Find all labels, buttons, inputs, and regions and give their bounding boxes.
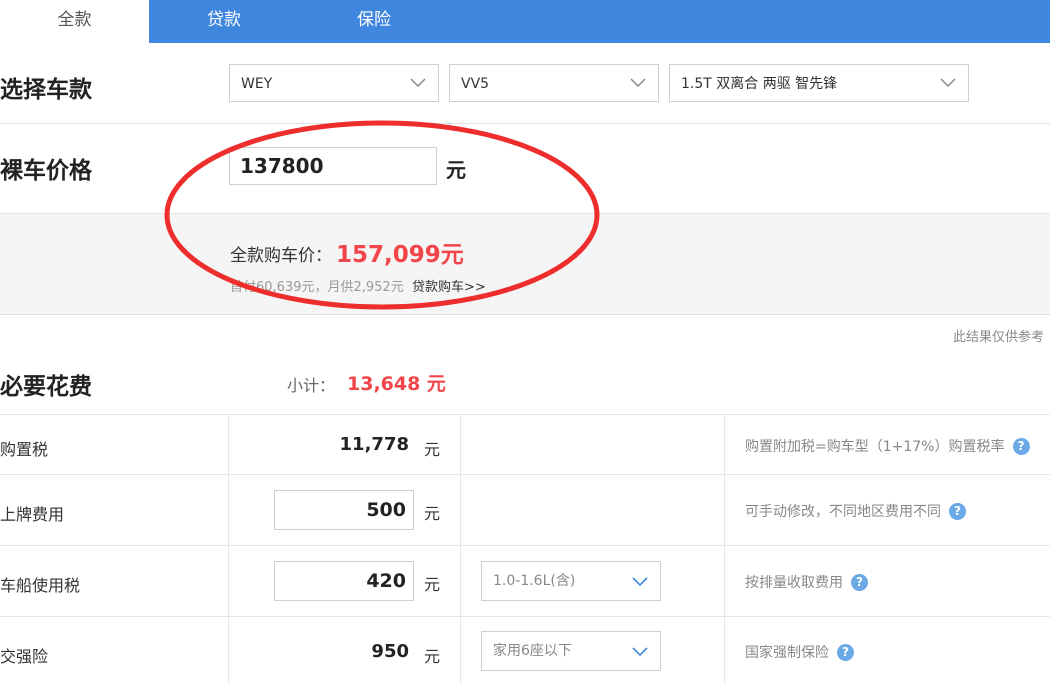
model-select[interactable]: 1.5T 双离合 两驱 智先锋	[669, 64, 969, 102]
chevron-down-icon	[940, 78, 956, 88]
series-select-value: VV5	[461, 76, 490, 92]
plate-fee-hint-text: 可手动修改，不同地区费用不同	[745, 504, 941, 520]
subtotal-label: 小计：	[287, 376, 336, 395]
seat-type-select-value: 家用6座以下	[493, 643, 572, 659]
compulsory-insurance-hint-text: 国家强制保险	[745, 645, 829, 661]
tab-full-payment[interactable]: 全款	[0, 0, 149, 43]
purchase-tax-label: 购置税	[0, 440, 49, 459]
compulsory-insurance-hint: 国家强制保险?	[745, 642, 854, 662]
table-divider	[0, 474, 1050, 475]
compulsory-insurance-value: 950	[371, 641, 409, 662]
purchase-tax-value: 11,778	[339, 434, 409, 455]
purchase-tax-hint: 购置附加税=购车型（1+17%）购置税率?	[745, 436, 1030, 456]
seat-type-select[interactable]: 家用6座以下	[481, 631, 661, 671]
table-column-divider	[228, 414, 229, 684]
table-column-divider	[460, 414, 461, 684]
question-circle-icon[interactable]: ?	[1012, 438, 1030, 455]
question-circle-icon[interactable]: ?	[837, 644, 854, 661]
chevron-down-icon	[630, 78, 646, 88]
plate-fee-input[interactable]: 500	[274, 490, 414, 530]
vehicle-tax-input[interactable]: 420	[274, 561, 414, 601]
series-select[interactable]: VV5	[449, 64, 659, 102]
select-car-title: 选择车款	[0, 77, 92, 103]
displacement-select-value: 1.0-1.6L(含)	[493, 573, 576, 589]
vehicle-tax-unit: 元	[424, 575, 441, 594]
vehicle-tax-hint: 按排量收取费用?	[745, 572, 868, 592]
compulsory-insurance-label: 交强险	[0, 647, 49, 666]
purchase-tax-unit: 元	[424, 440, 441, 459]
vehicle-tax-label: 车船使用税	[0, 576, 81, 595]
purchase-tax-hint-text: 购置附加税=购车型（1+17%）购置税率	[745, 439, 1005, 455]
table-divider	[0, 414, 1050, 415]
brand-select-value: WEY	[241, 76, 273, 92]
subtotal-value: 13,648 元	[347, 373, 446, 395]
annotation-circle	[164, 120, 600, 310]
chevron-down-icon	[632, 647, 648, 657]
vehicle-tax-hint-text: 按排量收取费用	[745, 575, 843, 591]
disclaimer-text: 此结果仅供参考	[952, 330, 1044, 345]
required-fees-title: 必要花费	[0, 374, 92, 400]
plate-fee-unit: 元	[424, 504, 441, 523]
question-circle-icon[interactable]: ?	[949, 503, 966, 520]
tab-loan[interactable]: 贷款	[149, 0, 299, 43]
brand-select[interactable]: WEY	[229, 64, 439, 102]
displacement-select[interactable]: 1.0-1.6L(含)	[481, 561, 661, 601]
plate-fee-hint: 可手动修改，不同地区费用不同?	[745, 501, 966, 521]
question-circle-icon[interactable]: ?	[851, 574, 868, 591]
table-divider	[0, 545, 1050, 546]
plate-fee-label: 上牌费用	[0, 505, 65, 524]
chevron-down-icon	[632, 577, 648, 587]
compulsory-insurance-unit: 元	[424, 647, 441, 666]
table-column-divider	[724, 414, 725, 684]
bare-price-title: 裸车价格	[0, 158, 92, 184]
table-divider	[0, 616, 1050, 617]
chevron-down-icon	[410, 78, 426, 88]
tab-insurance[interactable]: 保险	[299, 0, 449, 43]
model-select-value: 1.5T 双离合 两驱 智先锋	[681, 76, 838, 92]
